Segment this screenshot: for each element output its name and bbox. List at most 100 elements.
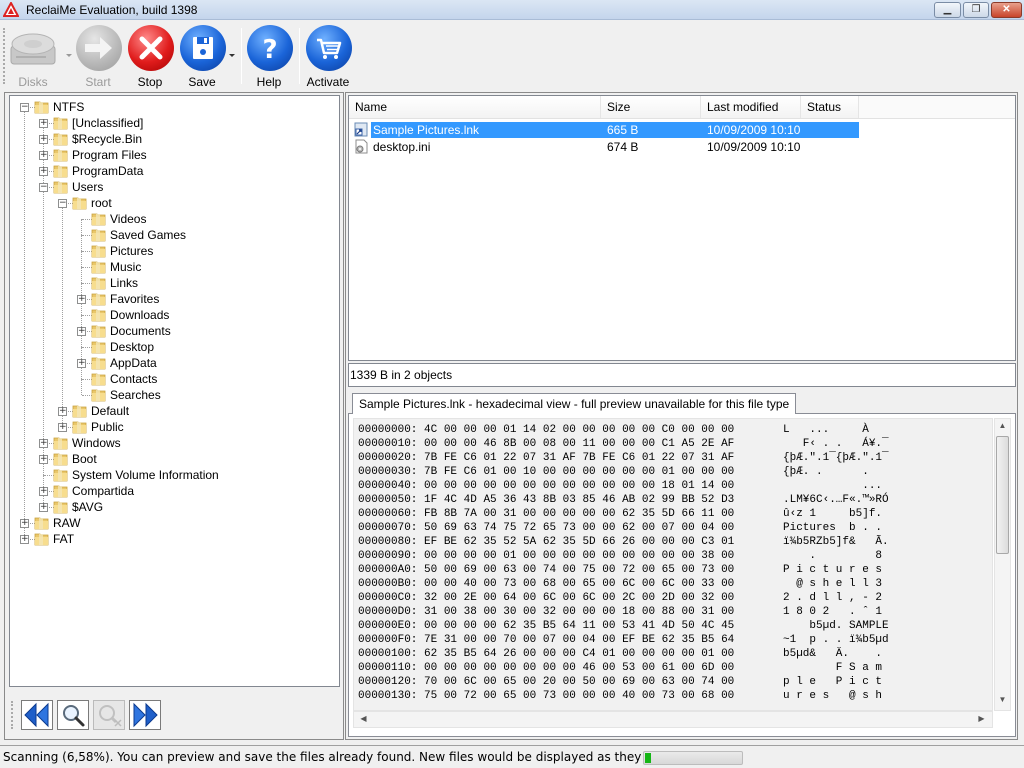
activate-button[interactable]: Activate [303, 24, 353, 90]
tree-node-label: Windows [72, 436, 121, 450]
tree-node[interactable]: − NTFS [10, 99, 330, 115]
close-button[interactable]: ✕ [991, 2, 1022, 18]
expand-icon[interactable]: + [58, 423, 67, 432]
hex-row: 00000120: 70 00 6C 00 65 00 20 00 50 00 … [358, 675, 882, 689]
expand-icon[interactable]: + [39, 487, 48, 496]
restore-button[interactable]: ❐ [963, 2, 989, 18]
column-header-status[interactable]: Status [801, 96, 859, 118]
folder-icon [34, 99, 49, 114]
tree-node[interactable]: + Compartida [10, 483, 330, 499]
tree-node[interactable]: Desktop [10, 339, 330, 355]
vertical-scrollbar[interactable]: ▲ ▼ [994, 418, 1011, 711]
stop-x-icon [139, 36, 163, 60]
hex-view[interactable]: 00000000: 4C 00 00 00 01 14 02 00 00 00 … [353, 418, 993, 711]
hex-row: 00000080: EF BE 62 35 52 5A 62 35 5D 66 … [358, 535, 889, 549]
scroll-right-icon[interactable]: ▶ [974, 714, 989, 723]
tree-node[interactable]: Music [10, 259, 330, 275]
hex-bytes: 00 00 00 00 00 00 00 00 00 00 00 00 18 0… [424, 480, 735, 492]
start-button[interactable]: Start [73, 24, 123, 90]
tree-node[interactable]: − Users [10, 179, 330, 195]
tree-node[interactable]: + Documents [10, 323, 330, 339]
tree-node[interactable]: + $Recycle.Bin [10, 131, 330, 147]
tree-node[interactable]: + Favorites [10, 291, 330, 307]
collapse-icon[interactable]: − [39, 183, 48, 192]
nav-grip[interactable] [11, 701, 13, 729]
folder-icon [91, 339, 106, 354]
tree-node[interactable]: + FAT [10, 531, 330, 547]
close-icon: ✕ [1002, 4, 1011, 15]
disks-label: Disks [18, 75, 48, 89]
help-button[interactable]: ? Help [244, 24, 294, 90]
tree-node[interactable]: + Public [10, 419, 330, 435]
tree-node[interactable]: + [Unclassified] [10, 115, 330, 131]
scan-progress-fill [645, 753, 652, 763]
scroll-up-icon[interactable]: ▲ [995, 421, 1010, 430]
preview-tab[interactable]: Sample Pictures.lnk - hexadecimal view -… [352, 393, 797, 414]
tree-node[interactable]: + RAW [10, 515, 330, 531]
clear-search-button[interactable] [93, 700, 125, 730]
expand-icon[interactable]: + [39, 167, 48, 176]
expand-icon[interactable]: + [77, 327, 86, 336]
tree-node[interactable]: Links [10, 275, 330, 291]
tree-node[interactable]: Contacts [10, 371, 330, 387]
scroll-down-icon[interactable]: ▼ [995, 695, 1010, 704]
tree-node[interactable]: + Default [10, 403, 330, 419]
column-header-last-modified[interactable]: Last modified [701, 96, 801, 118]
save-button[interactable]: Save [177, 24, 235, 90]
minimize-button[interactable]: ▁ [934, 2, 961, 18]
folder-tree[interactable]: − NTFS + [Unclassified] + $Recycle.Bin + Progra… [9, 95, 340, 687]
scroll-left-icon[interactable]: ◀ [356, 714, 371, 723]
hex-row: 00000050: 1F 4C 4D A5 36 43 8B 03 85 46 … [358, 493, 889, 507]
expand-icon[interactable]: + [39, 119, 48, 128]
expand-icon[interactable]: + [39, 151, 48, 160]
collapse-icon[interactable]: − [20, 103, 29, 112]
expand-icon[interactable]: + [39, 503, 48, 512]
file-list-header: Name Size Last modified Status [349, 96, 1015, 119]
tree-node[interactable]: − root [10, 195, 330, 211]
previous-button[interactable] [21, 700, 53, 730]
expand-icon[interactable]: + [77, 295, 86, 304]
folder-icon [91, 227, 106, 242]
hex-ascii: û‹z 1 b5]f. [783, 508, 889, 520]
column-header-name[interactable]: Name [349, 96, 601, 118]
folder-icon [91, 323, 106, 338]
expand-icon[interactable]: + [39, 455, 48, 464]
expand-icon[interactable]: + [39, 135, 48, 144]
expand-icon[interactable]: + [20, 535, 29, 544]
tree-node[interactable]: + $AVG [10, 499, 330, 515]
disks-dropdown-arrow[interactable] [66, 54, 72, 57]
horizontal-scrollbar[interactable]: ◀ ▶ [353, 711, 993, 728]
stop-button[interactable]: Stop [125, 24, 175, 90]
file-row[interactable]: desktop.ini 674 B 10/09/2009 10:10 [349, 139, 859, 155]
tree-node[interactable]: Saved Games [10, 227, 330, 243]
tree-node[interactable]: + AppData [10, 355, 330, 371]
tree-node[interactable]: + ProgramData [10, 163, 330, 179]
tree-node[interactable]: Pictures [10, 243, 330, 259]
hex-row: 00000100: 62 35 B5 64 26 00 00 00 C4 01 … [358, 647, 882, 661]
tree-node[interactable]: + Boot [10, 451, 330, 467]
tree-node[interactable]: Downloads [10, 307, 330, 323]
file-size: 665 B [607, 123, 639, 137]
tree-node[interactable]: Searches [10, 387, 330, 403]
column-header-size[interactable]: Size [601, 96, 701, 118]
expand-icon[interactable]: + [39, 439, 48, 448]
file-list[interactable]: Name Size Last modified Status Sample Pi… [348, 95, 1016, 361]
hex-bytes: 7B FE C6 01 22 07 31 AF 7B FE C6 01 22 0… [424, 452, 735, 464]
hex-offset: 000000F0: [358, 634, 418, 646]
file-row[interactable]: Sample Pictures.lnk 665 B 10/09/2009 10:10 [354, 122, 859, 138]
expand-icon[interactable]: + [77, 359, 86, 368]
collapse-icon[interactable]: − [58, 199, 67, 208]
expand-icon[interactable]: + [58, 407, 67, 416]
tree-node[interactable]: + Windows [10, 435, 330, 451]
scroll-thumb[interactable] [996, 436, 1009, 554]
folder-icon [91, 307, 106, 322]
expand-icon[interactable]: + [20, 519, 29, 528]
disks-button[interactable]: Disks [8, 24, 72, 90]
tree-nav-bar [9, 691, 340, 737]
tree-node[interactable]: Videos [10, 211, 330, 227]
save-dropdown-arrow[interactable] [229, 54, 235, 57]
search-button[interactable] [57, 700, 89, 730]
tree-node[interactable]: + Program Files [10, 147, 330, 163]
next-button[interactable] [129, 700, 161, 730]
tree-node[interactable]: System Volume Information [10, 467, 330, 483]
